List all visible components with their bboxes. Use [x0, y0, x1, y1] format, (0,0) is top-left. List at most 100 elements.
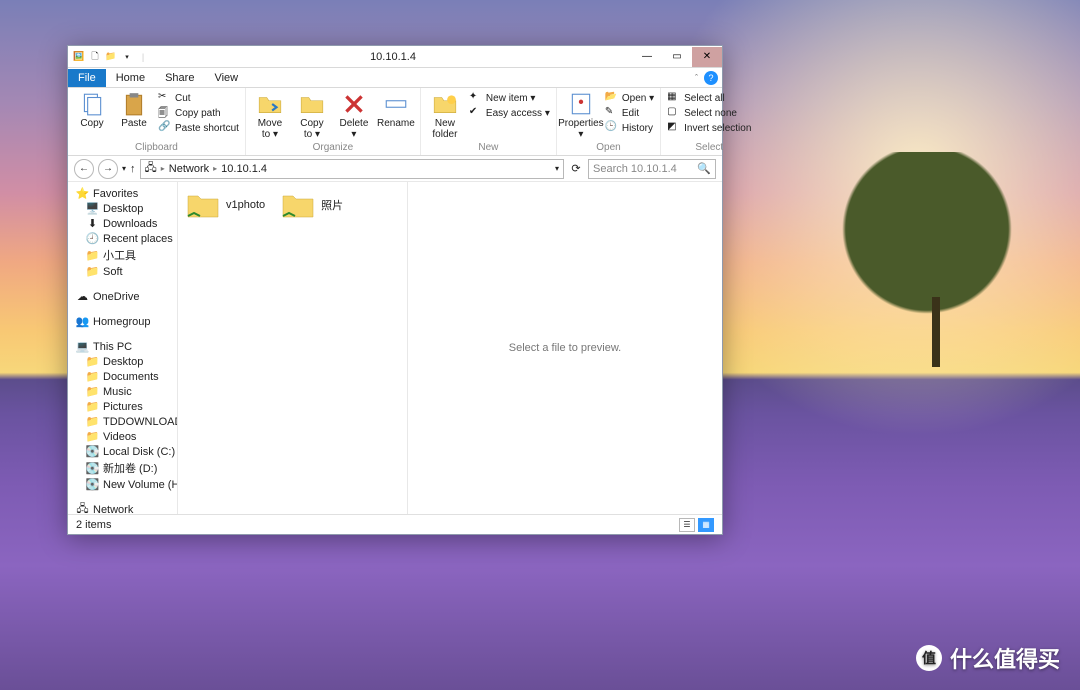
sidebar-fav-soft[interactable]: 📁Soft [70, 264, 175, 279]
sidebar-pc-videos[interactable]: 📁Videos [70, 429, 175, 444]
network-icon: 🖧 [145, 159, 157, 178]
qat-properties-icon[interactable]: 🗋 [88, 50, 102, 64]
shared-folder-icon [186, 190, 220, 220]
new-item-button[interactable]: ✦New item ▾ [469, 91, 550, 105]
history-button[interactable]: 🕒History [605, 121, 654, 135]
qat-chevron-icon[interactable]: ▾ [120, 50, 134, 64]
sidebar-pc-drived[interactable]: 💽新加卷 (D:) [70, 459, 175, 477]
tab-home[interactable]: Home [106, 69, 155, 87]
recent-locations-icon[interactable]: ▾ [122, 164, 126, 173]
easyaccess-icon: ✔ [469, 106, 483, 120]
list-item[interactable]: 照片 [281, 190, 343, 220]
watermark-badge-icon: 值 [916, 645, 942, 671]
ribbon-collapse-icon[interactable]: ˆ [695, 73, 698, 83]
maximize-button[interactable]: ▭ [662, 47, 692, 67]
easy-access-button[interactable]: ✔Easy access ▾ [469, 106, 550, 120]
refresh-button[interactable]: ⟳ [568, 162, 584, 175]
titlebar[interactable]: 🖼️ 🗋 📁 ▾ | 10.10.1.4 — ▭ ✕ [68, 46, 722, 68]
minimize-button[interactable]: — [632, 47, 662, 67]
moveto-icon [257, 91, 283, 117]
navigation-bar: ← → ▾ ↑ 🖧 ▸ Network ▸ 10.10.1.4 ▾ ⟳ Sear… [68, 156, 722, 182]
back-button[interactable]: ← [74, 159, 94, 179]
copy-path-button[interactable]: 🗐Copy path [158, 106, 239, 120]
ribbon-tabs: File Home Share View ˆ ? [68, 68, 722, 88]
wallpaper-tree [817, 152, 1037, 372]
drive-icon: 💽 [86, 462, 99, 475]
tab-share[interactable]: Share [155, 69, 204, 87]
ribbon-label-clipboard: Clipboard [74, 142, 239, 155]
folder-icon: 📁 [86, 370, 99, 383]
selectnone-icon: ▢ [667, 106, 681, 120]
tab-file[interactable]: File [68, 69, 106, 87]
address-chevron-icon[interactable]: ▾ [555, 164, 559, 173]
drive-icon: 💽 [86, 445, 99, 458]
sidebar-homegroup[interactable]: 👥Homegroup [70, 314, 175, 329]
breadcrumb-network[interactable]: Network [169, 163, 209, 175]
delete-button[interactable]: Delete ▾ [336, 91, 372, 140]
copypath-icon: 🗐 [158, 106, 172, 120]
sidebar-pc-documents[interactable]: 📁Documents [70, 369, 175, 384]
large-icons-view-button[interactable]: ▦ [698, 518, 714, 532]
up-button[interactable]: ↑ [130, 163, 136, 175]
sidebar-fav-downloads[interactable]: ⬇Downloads [70, 216, 175, 231]
help-icon[interactable]: ? [704, 71, 718, 85]
breadcrumb-current[interactable]: 10.10.1.4 [221, 163, 267, 175]
move-to-button[interactable]: Move to ▾ [252, 91, 288, 140]
quick-access-toolbar: 🖼️ 🗋 📁 ▾ | [68, 50, 154, 64]
properties-button[interactable]: Properties ▾ [563, 91, 599, 140]
forward-button[interactable]: → [98, 159, 118, 179]
open-button[interactable]: 📂Open ▾ [605, 91, 654, 105]
close-button[interactable]: ✕ [692, 47, 722, 67]
sidebar-pc-pictures[interactable]: 📁Pictures [70, 399, 175, 414]
ribbon-group-new: New folder ✦New item ▾ ✔Easy access ▾ Ne… [421, 88, 557, 155]
sidebar-pc-desktop[interactable]: 📁Desktop [70, 354, 175, 369]
select-none-button[interactable]: ▢Select none [667, 106, 751, 120]
select-all-button[interactable]: ▦Select all [667, 91, 751, 105]
copy-button[interactable]: Copy [74, 91, 110, 129]
sidebar-pc-music[interactable]: 📁Music [70, 384, 175, 399]
list-item[interactable]: v1photo [186, 190, 265, 220]
sidebar-pc-driveh[interactable]: 💽New Volume (H:) [70, 477, 175, 492]
navigation-pane[interactable]: ⭐Favorites 🖥️Desktop ⬇Downloads 🕘Recent … [68, 182, 178, 514]
folder-icon: 📁 [86, 265, 99, 278]
desktop-icon: 🖥️ [86, 202, 99, 215]
ribbon-label-select: Select [667, 142, 751, 155]
sidebar-fav-desktop[interactable]: 🖥️Desktop [70, 201, 175, 216]
new-folder-button[interactable]: New folder [427, 91, 463, 140]
network-icon: 🖧 [76, 503, 89, 514]
qat-newfolder-icon[interactable]: 📁 [104, 50, 118, 64]
tab-view[interactable]: View [204, 69, 248, 87]
cut-button[interactable]: ✂Cut [158, 91, 239, 105]
sidebar-pc-localc[interactable]: 💽Local Disk (C:) [70, 444, 175, 459]
paste-shortcut-button[interactable]: 🔗Paste shortcut [158, 121, 239, 135]
folder-icon: 📁 [86, 249, 99, 262]
sidebar-favorites[interactable]: ⭐Favorites [70, 186, 175, 201]
paste-button[interactable]: Paste [116, 91, 152, 129]
sidebar-fav-tools[interactable]: 📁小工具 [70, 246, 175, 264]
watermark: 值 什么值得买 [916, 642, 1060, 674]
scissors-icon: ✂ [158, 91, 172, 105]
edit-button[interactable]: ✎Edit [605, 106, 654, 120]
newitem-icon: ✦ [469, 91, 483, 105]
invert-selection-button[interactable]: ◩Invert selection [667, 121, 751, 135]
rename-button[interactable]: Rename [378, 91, 414, 129]
item-count: 2 items [76, 519, 111, 531]
content-list[interactable]: v1photo 照片 [178, 182, 408, 514]
details-view-button[interactable]: ☰ [679, 518, 695, 532]
copy-to-button[interactable]: Copy to ▾ [294, 91, 330, 140]
sidebar-onedrive[interactable]: ☁OneDrive [70, 289, 175, 304]
address-bar[interactable]: 🖧 ▸ Network ▸ 10.10.1.4 ▾ [140, 159, 564, 179]
onedrive-icon: ☁ [76, 290, 89, 303]
sidebar-fav-recent[interactable]: 🕘Recent places [70, 231, 175, 246]
sidebar-pc-tddownload[interactable]: 📁TDDOWNLOAD [70, 414, 175, 429]
sidebar-thispc[interactable]: 💻This PC [70, 339, 175, 354]
invert-icon: ◩ [667, 121, 681, 135]
star-icon: ⭐ [76, 187, 89, 200]
pc-icon: 💻 [76, 340, 89, 353]
open-icon: 📂 [605, 91, 619, 105]
search-input[interactable]: Search 10.10.1.4 🔍 [588, 159, 716, 179]
history-icon: 🕒 [605, 121, 619, 135]
folder-icon: 📁 [86, 415, 99, 428]
ribbon: Copy Paste ✂Cut 🗐Copy path 🔗Paste shortc… [68, 88, 722, 156]
sidebar-network[interactable]: 🖧Network [70, 502, 175, 514]
